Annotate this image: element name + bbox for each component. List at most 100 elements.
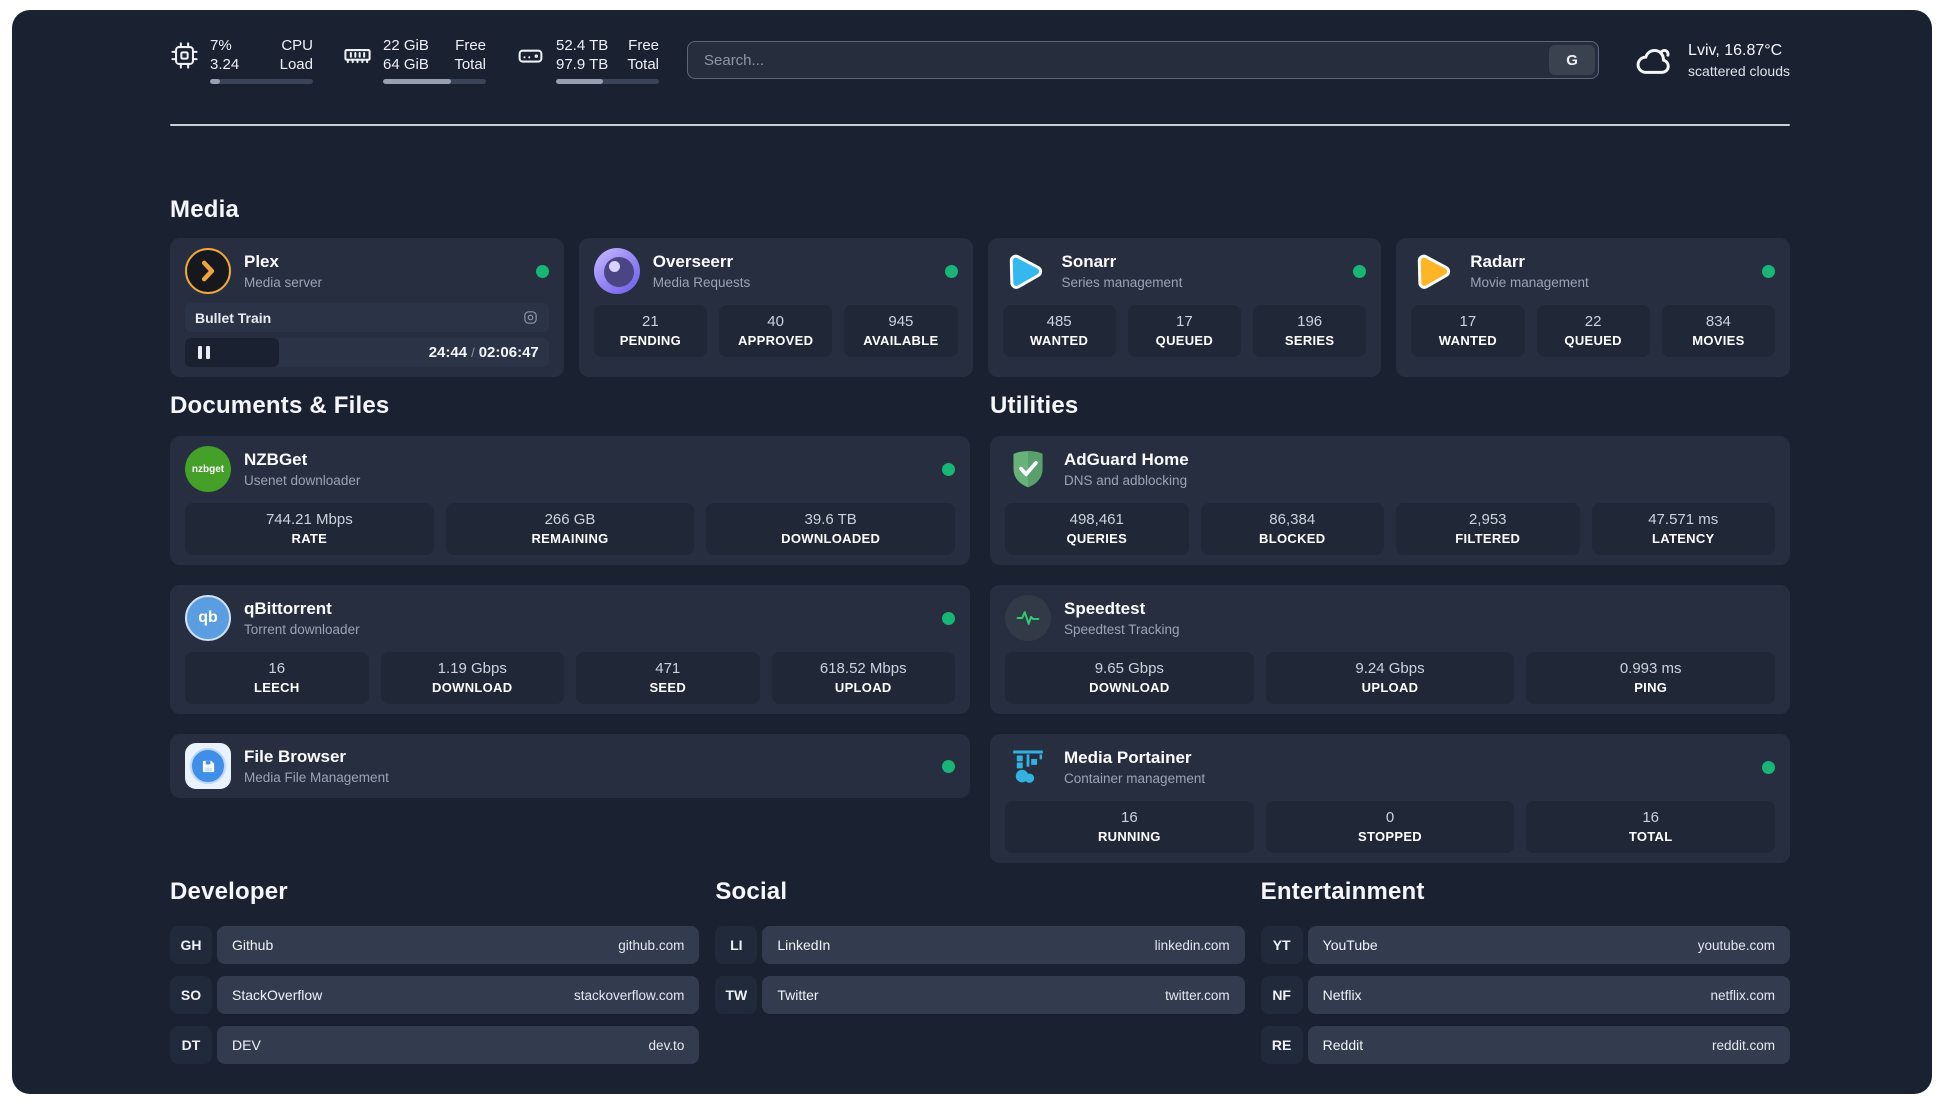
stat-label: QUEUED [1564, 333, 1622, 348]
link-reddit[interactable]: RE Reddit reddit.com [1260, 1026, 1790, 1064]
link-linkedin[interactable]: LI LinkedIn linkedin.com [715, 926, 1245, 964]
link-netflix[interactable]: NF Netflix netflix.com [1260, 976, 1790, 1014]
link-abbr: TW [715, 976, 758, 1014]
stat-box: 17 WANTED [1411, 305, 1525, 357]
link-url: linkedin.com [1154, 937, 1230, 953]
bookmarks-row: Developer GH Github github.com SO StackO… [170, 878, 1790, 1076]
cpu-load-value: 3.24 [210, 56, 240, 73]
header-divider [170, 124, 1790, 126]
link-abbr: YT [1260, 926, 1303, 964]
system-stats: 7% 3.24 CPU Load 22 GiB 64 GiB Free Tota… [170, 36, 659, 84]
link-abbr: DT [170, 1026, 212, 1064]
stat-label: UPLOAD [1361, 680, 1419, 695]
app-description: Media File Management [244, 770, 389, 785]
stat-label: AVAILABLE [863, 333, 939, 348]
stat-value: 945 [888, 313, 914, 330]
section-title-entertainment: Entertainment [1260, 878, 1425, 905]
radarr-card[interactable]: Radarr Movie management 17 WANTED 22 QUE… [1396, 238, 1790, 377]
dashboard: 7% 3.24 CPU Load 22 GiB 64 GiB Free Tota… [12, 10, 1932, 1094]
app-name: NZBGet [244, 450, 308, 469]
nzbget-icon: nzbget [185, 446, 231, 492]
sonarr-icon [1003, 248, 1049, 294]
disk-total-value: 97.9 TB [556, 56, 609, 73]
stat-value: 16 [1642, 809, 1660, 826]
app-name: AdGuard Home [1064, 450, 1189, 469]
search-bar: G [687, 41, 1600, 79]
plex-icon [185, 248, 231, 294]
utilities-column: Utilities AdGuard Home DNS and adblockin… [990, 392, 1790, 883]
stat-label: TOTAL [1628, 829, 1673, 844]
link-abbr: GH [170, 926, 212, 964]
now-playing-title: Bullet Train [195, 309, 272, 326]
nzbget-card[interactable]: nzbget NZBGet Usenet downloader 744.21 M… [170, 436, 970, 565]
stat-box: 2,953 FILTERED [1396, 503, 1580, 555]
documents-column: Documents & Files nzbget NZBGet Usenet d… [170, 392, 970, 883]
stat-value: 0 [1385, 809, 1395, 826]
stat-box: 0 STOPPED [1265, 801, 1515, 853]
link-dev[interactable]: DT DEV dev.to [170, 1026, 700, 1064]
filebrowser-card[interactable]: File Browser Media File Management [170, 734, 970, 798]
stat-label: MOVIES [1692, 333, 1745, 348]
status-dot [942, 759, 955, 773]
disk-icon [516, 41, 545, 70]
app-description: Speedtest Tracking [1064, 622, 1180, 637]
stat-box: 485 WANTED [1002, 305, 1116, 357]
stat-value: 471 [655, 660, 681, 677]
stat-value: 16 [1120, 809, 1138, 826]
stat-value: 86,384 [1269, 511, 1316, 528]
app-description: Movie management [1470, 275, 1589, 290]
disc-icon [522, 309, 539, 326]
cloud-icon [1633, 43, 1675, 77]
link-url: dev.to [648, 1037, 685, 1053]
stat-value: 266 GB [544, 511, 596, 528]
link-name: LinkedIn [777, 937, 831, 953]
filebrowser-icon [185, 743, 231, 789]
pause-button[interactable] [185, 338, 279, 367]
cpu-progressbar [210, 79, 313, 84]
playback-bar: 24:44/02:06:47 [185, 338, 549, 367]
adguard-card[interactable]: AdGuard Home DNS and adblocking 498,461 … [990, 436, 1790, 565]
link-youtube[interactable]: YT YouTube youtube.com [1260, 926, 1790, 964]
speedtest-icon [1005, 595, 1051, 641]
memory-total-label: Total [454, 56, 486, 73]
link-url: netflix.com [1710, 987, 1775, 1003]
plex-card[interactable]: Plex Media server Bullet Train 24:44/02:… [170, 238, 564, 377]
stat-value: 196 [1297, 313, 1323, 330]
stat-value: 834 [1705, 313, 1731, 330]
link-url: youtube.com [1697, 937, 1775, 953]
stat-value: 17 [1176, 313, 1193, 330]
memory-free-label: Free [455, 37, 486, 54]
portainer-card[interactable]: Media Portainer Container management 16 … [990, 734, 1790, 863]
disk-widget: 52.4 TB 97.9 TB Free Total [516, 36, 659, 84]
stat-box: 16 TOTAL [1526, 801, 1776, 853]
search-input[interactable] [688, 51, 1547, 69]
qbittorrent-card[interactable]: qb qBittorrent Torrent downloader 16 LEE… [170, 585, 970, 714]
speedtest-card[interactable]: Speedtest Speedtest Tracking 9.65 Gbps D… [990, 585, 1790, 714]
stat-box: 16 RUNNING [1005, 801, 1254, 853]
sonarr-card[interactable]: Sonarr Series management 485 WANTED 17 Q… [987, 238, 1382, 377]
app-name: Radarr [1470, 252, 1526, 271]
section-title-developer: Developer [170, 878, 288, 905]
cpu-icon [170, 41, 199, 70]
link-stackoverflow[interactable]: SO StackOverflow stackoverflow.com [170, 976, 700, 1014]
stat-box: 17 QUEUED [1127, 305, 1241, 357]
middle-columns: Documents & Files nzbget NZBGet Usenet d… [170, 392, 1790, 883]
stat-label: LEECH [253, 680, 300, 695]
search-engine-button[interactable]: G [1549, 45, 1596, 75]
app-description: Media server [244, 275, 323, 290]
stat-value: 2,953 [1468, 511, 1507, 528]
stat-box: 834 MOVIES [1661, 305, 1775, 357]
overseerr-card[interactable]: Overseerr Media Requests 21 PENDING 40 A… [578, 238, 973, 377]
stat-label: DOWNLOAD [1089, 680, 1170, 695]
disk-free-label: Free [628, 37, 659, 54]
weather-location: Lviv, 16.87°C [1688, 41, 1783, 59]
stat-value: 47.571 ms [1648, 511, 1719, 528]
stat-value: 485 [1046, 313, 1072, 330]
stat-label: DOWNLOADED [781, 531, 881, 546]
link-github[interactable]: GH Github github.com [170, 926, 700, 964]
stat-box: 0.993 ms PING [1526, 652, 1776, 704]
app-description: Usenet downloader [244, 473, 361, 488]
section-title-media: Media [170, 196, 240, 223]
adguard-icon [1005, 446, 1051, 492]
link-twitter[interactable]: TW Twitter twitter.com [715, 976, 1245, 1014]
